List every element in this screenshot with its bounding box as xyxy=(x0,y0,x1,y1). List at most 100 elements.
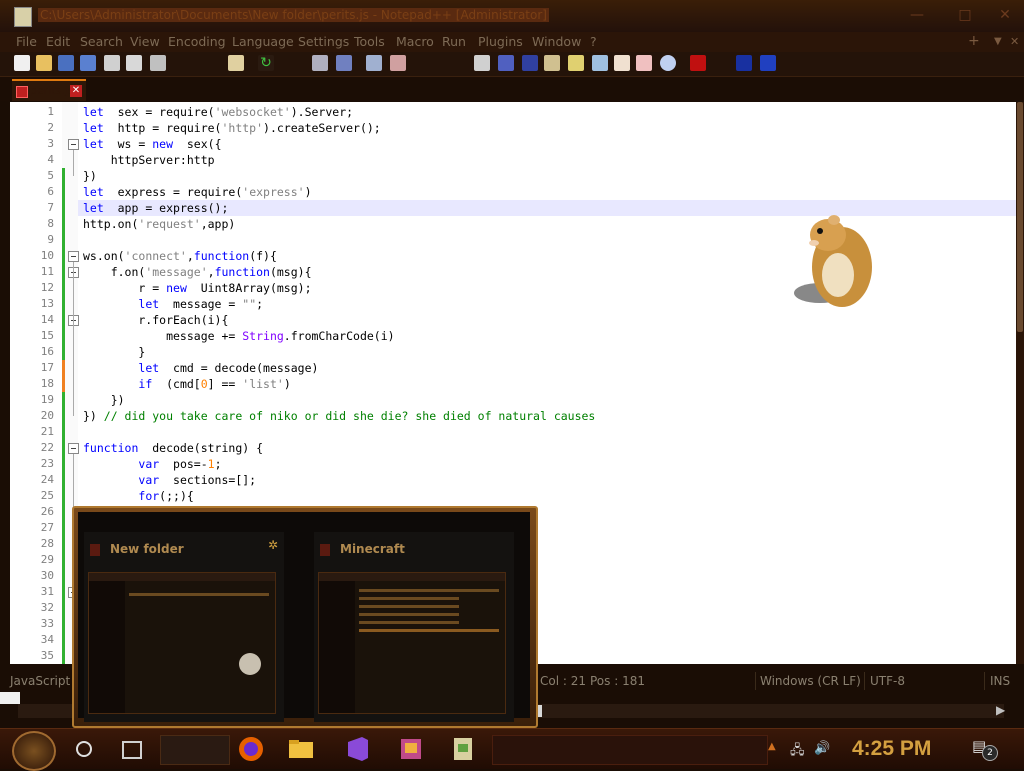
tab-close-icon[interactable]: ✕ xyxy=(70,85,82,97)
monitor-icon[interactable] xyxy=(614,55,630,71)
zoom-out-icon[interactable] xyxy=(390,55,406,71)
preview-minecraft[interactable]: Minecraft xyxy=(314,532,514,722)
folder-workspace-icon[interactable] xyxy=(592,55,608,71)
new-file-icon[interactable] xyxy=(14,55,30,71)
fold-toggle-icon[interactable] xyxy=(68,443,79,454)
open-file-icon[interactable] xyxy=(36,55,52,71)
code-line[interactable]: let cmd = decode(message) xyxy=(83,360,318,376)
save-icon[interactable] xyxy=(58,55,74,71)
hamster-desktop-pet[interactable] xyxy=(790,205,880,315)
code-line[interactable]: let http = require('http').createServer(… xyxy=(83,120,381,136)
vertical-scrollbar[interactable] xyxy=(1016,102,1024,664)
code-line[interactable]: let app = express(); xyxy=(83,200,228,216)
line-number: 15 xyxy=(40,329,54,342)
menu-language[interactable]: Language xyxy=(232,34,294,49)
code-line[interactable]: let ws = new sex({ xyxy=(83,136,222,152)
taskbar: ▲ 🖧 🔊 4:25 PM ▤ 2 xyxy=(0,728,1024,771)
code-line[interactable]: f.on('message',function(msg){ xyxy=(83,264,312,280)
start-button[interactable] xyxy=(12,731,56,771)
code-line[interactable]: ws.on('connect',function(f){ xyxy=(83,248,277,264)
code-line[interactable]: httpServer:http xyxy=(83,152,215,168)
task-view-icon[interactable] xyxy=(122,741,142,759)
show-all-chars-icon[interactable] xyxy=(498,55,514,71)
menu-run[interactable]: Run xyxy=(442,34,466,49)
indent-guide-icon[interactable] xyxy=(522,55,538,71)
file-tab[interactable]: perits.js ✕ xyxy=(12,79,86,101)
file-explorer-icon[interactable] xyxy=(286,734,316,764)
code-line[interactable]: let sex = require('websocket').Server; xyxy=(83,104,353,120)
print-icon[interactable] xyxy=(150,55,166,71)
status-encoding[interactable]: UTF-8 xyxy=(870,674,905,688)
find-icon[interactable] xyxy=(312,55,328,71)
thumb-row xyxy=(359,597,459,600)
notification-center-icon[interactable]: ▤ 2 xyxy=(972,737,998,761)
menu-macro[interactable]: Macro xyxy=(396,34,434,49)
close-file-icon[interactable] xyxy=(104,55,120,71)
notepad-plus-plus-icon[interactable] xyxy=(448,734,478,764)
add-tab-icon[interactable]: + xyxy=(968,33,980,49)
status-insert-mode[interactable]: INS xyxy=(990,674,1010,688)
menu-help[interactable]: ? xyxy=(590,34,597,49)
status-eol[interactable]: Windows (CR LF) xyxy=(760,674,861,688)
function-list-icon[interactable] xyxy=(568,55,584,71)
menu-settings[interactable]: Settings xyxy=(298,34,349,49)
code-token: }) xyxy=(83,409,104,423)
close-all-icon[interactable] xyxy=(126,55,142,71)
menu-view[interactable]: View xyxy=(130,34,160,49)
code-line[interactable]: r = new Uint8Array(msg); xyxy=(83,280,311,296)
cortana-icon[interactable] xyxy=(76,741,92,757)
close-tab-icon[interactable]: ✕ xyxy=(1010,35,1019,48)
fold-toggle-icon[interactable] xyxy=(68,251,79,262)
fold-toggle-icon[interactable] xyxy=(68,139,79,150)
volume-icon[interactable]: 🔊 xyxy=(814,741,830,756)
doc-map-icon[interactable] xyxy=(544,55,560,71)
play-macro-icon[interactable] xyxy=(736,55,752,71)
code-line[interactable]: message += String.fromCharCode(i) xyxy=(83,328,395,344)
view-icon[interactable] xyxy=(660,55,676,71)
code-line[interactable]: var sections=[]; xyxy=(83,472,256,488)
show-hidden-icons[interactable]: ▲ xyxy=(768,741,776,752)
record-macro-icon[interactable] xyxy=(636,55,652,71)
preview-new-folder[interactable]: New folder ✲ xyxy=(84,532,284,722)
run-macro-multiple-icon[interactable] xyxy=(760,55,776,71)
taskbar-clock[interactable]: 4:25 PM xyxy=(852,737,931,761)
replace-icon[interactable] xyxy=(336,55,352,71)
paste-icon[interactable] xyxy=(228,55,244,71)
menu-window[interactable]: Window xyxy=(532,34,581,49)
stop-record-icon[interactable] xyxy=(690,55,706,71)
code-line[interactable]: }) // did you take care of niko or did s… xyxy=(83,408,595,424)
code-line[interactable]: r.forEach(i){ xyxy=(83,312,228,328)
save-all-icon[interactable] xyxy=(80,55,96,71)
code-line[interactable]: if (cmd[0] == 'list') xyxy=(83,376,290,392)
maximize-button[interactable]: □ xyxy=(954,6,976,24)
code-line[interactable]: http.on('request',app) xyxy=(83,216,235,232)
menu-edit[interactable]: Edit xyxy=(46,34,70,49)
scroll-right-icon[interactable]: ▶ xyxy=(996,703,1005,717)
network-icon[interactable]: 🖧 xyxy=(790,741,805,763)
tab-list-icon[interactable]: ▼ xyxy=(994,36,1002,47)
code-line[interactable]: }) xyxy=(83,168,97,184)
code-line[interactable]: function decode(string) { xyxy=(83,440,263,456)
visual-studio-icon[interactable] xyxy=(342,734,372,764)
code-line[interactable]: }) xyxy=(83,392,125,408)
menu-plugins[interactable]: Plugins xyxy=(478,34,523,49)
menu-encoding[interactable]: Encoding xyxy=(168,34,226,49)
notepad-app-icon[interactable] xyxy=(14,7,32,27)
code-line[interactable]: let message = ""; xyxy=(83,296,263,312)
menu-tools[interactable]: Tools xyxy=(354,34,385,49)
zoom-in-icon[interactable] xyxy=(366,55,382,71)
menu-file[interactable]: File xyxy=(16,34,37,49)
game-app-icon[interactable] xyxy=(396,734,426,764)
taskbar-search-box[interactable] xyxy=(160,735,230,765)
scroll-thumb[interactable] xyxy=(1017,102,1023,332)
redo-icon[interactable]: ↻ xyxy=(258,55,274,71)
minimize-button[interactable]: — xyxy=(906,6,928,24)
firefox-icon[interactable] xyxy=(236,734,266,764)
close-button[interactable]: ✕ xyxy=(994,6,1016,24)
code-line[interactable]: let express = require('express') xyxy=(83,184,312,200)
code-line[interactable]: var pos=-1; xyxy=(83,456,221,472)
code-line[interactable]: } xyxy=(83,344,145,360)
menu-search[interactable]: Search xyxy=(80,34,123,49)
wrap-icon[interactable] xyxy=(474,55,490,71)
